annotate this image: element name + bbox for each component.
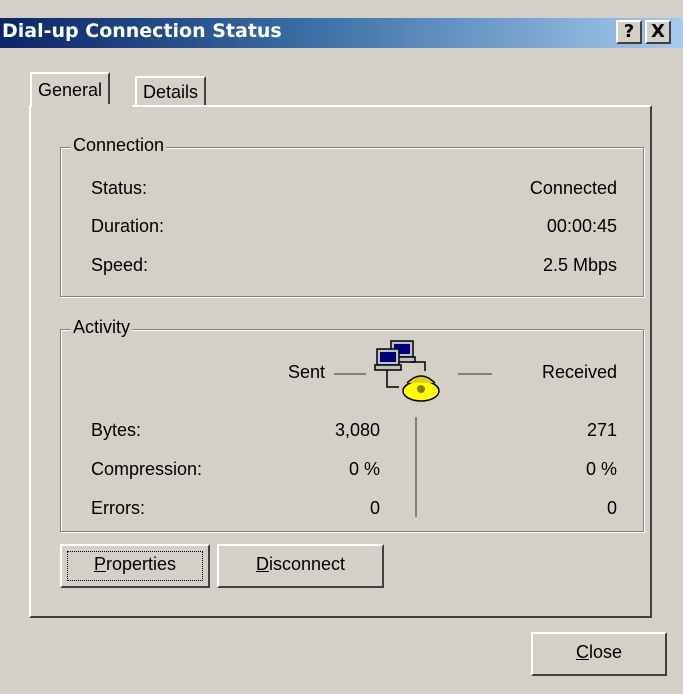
compression-received-value: 0 %	[585, 459, 617, 479]
status-value: Connected	[529, 178, 617, 198]
errors-received-value: 0	[606, 498, 617, 518]
close-rest: lose	[588, 642, 623, 662]
bytes-sent-value: 3,080	[334, 420, 380, 440]
disconnect-button[interactable]: Disconnect	[217, 544, 384, 588]
errors-label: Errors:	[91, 498, 145, 518]
received-line	[458, 373, 492, 375]
network-computers-phone-icon	[373, 339, 457, 405]
tab-general-label: General	[38, 80, 103, 100]
tab-join	[32, 104, 132, 108]
properties-button[interactable]: Properties	[60, 544, 210, 588]
activity-divider	[415, 417, 417, 517]
speed-value: 2.5 Mbps	[542, 255, 617, 275]
tab-general[interactable]: General	[30, 72, 111, 107]
sent-line	[334, 373, 366, 375]
received-label: Received	[541, 362, 617, 382]
close-accel: C	[575, 642, 589, 662]
close-window-button[interactable]: X	[645, 20, 671, 44]
dialog-window: Dial-up Connection Status ? X General De…	[0, 0, 683, 694]
disconnect-accel: D	[255, 554, 269, 574]
errors-sent-value: 0	[369, 498, 380, 518]
focus-rectangle	[67, 551, 203, 581]
compression-label: Compression:	[91, 459, 203, 479]
speed-label: Speed:	[91, 255, 149, 275]
close-button[interactable]: Close	[531, 632, 667, 676]
tab-details[interactable]: Details	[135, 76, 207, 106]
activity-group-label: Activity	[71, 317, 133, 338]
sent-label: Sent	[288, 362, 326, 382]
help-icon: ?	[623, 21, 635, 42]
compression-sent-value: 0 %	[348, 459, 380, 479]
connection-group-label: Connection	[71, 135, 167, 156]
status-label: Status:	[91, 178, 148, 198]
window-title: Dial-up Connection Status	[2, 20, 282, 42]
close-icon: X	[651, 21, 665, 42]
tab-panel-general: Connection Status: Connected Duration: 0…	[29, 105, 652, 618]
bytes-label: Bytes:	[91, 420, 142, 440]
disconnect-rest: isconnect	[268, 554, 346, 574]
duration-value: 00:00:45	[546, 216, 617, 236]
help-button[interactable]: ?	[616, 20, 642, 44]
tab-details-label: Details	[143, 82, 199, 102]
bytes-received-value: 271	[586, 420, 617, 440]
title-bar[interactable]: Dial-up Connection Status ? X	[0, 18, 683, 48]
duration-label: Duration:	[91, 216, 165, 236]
